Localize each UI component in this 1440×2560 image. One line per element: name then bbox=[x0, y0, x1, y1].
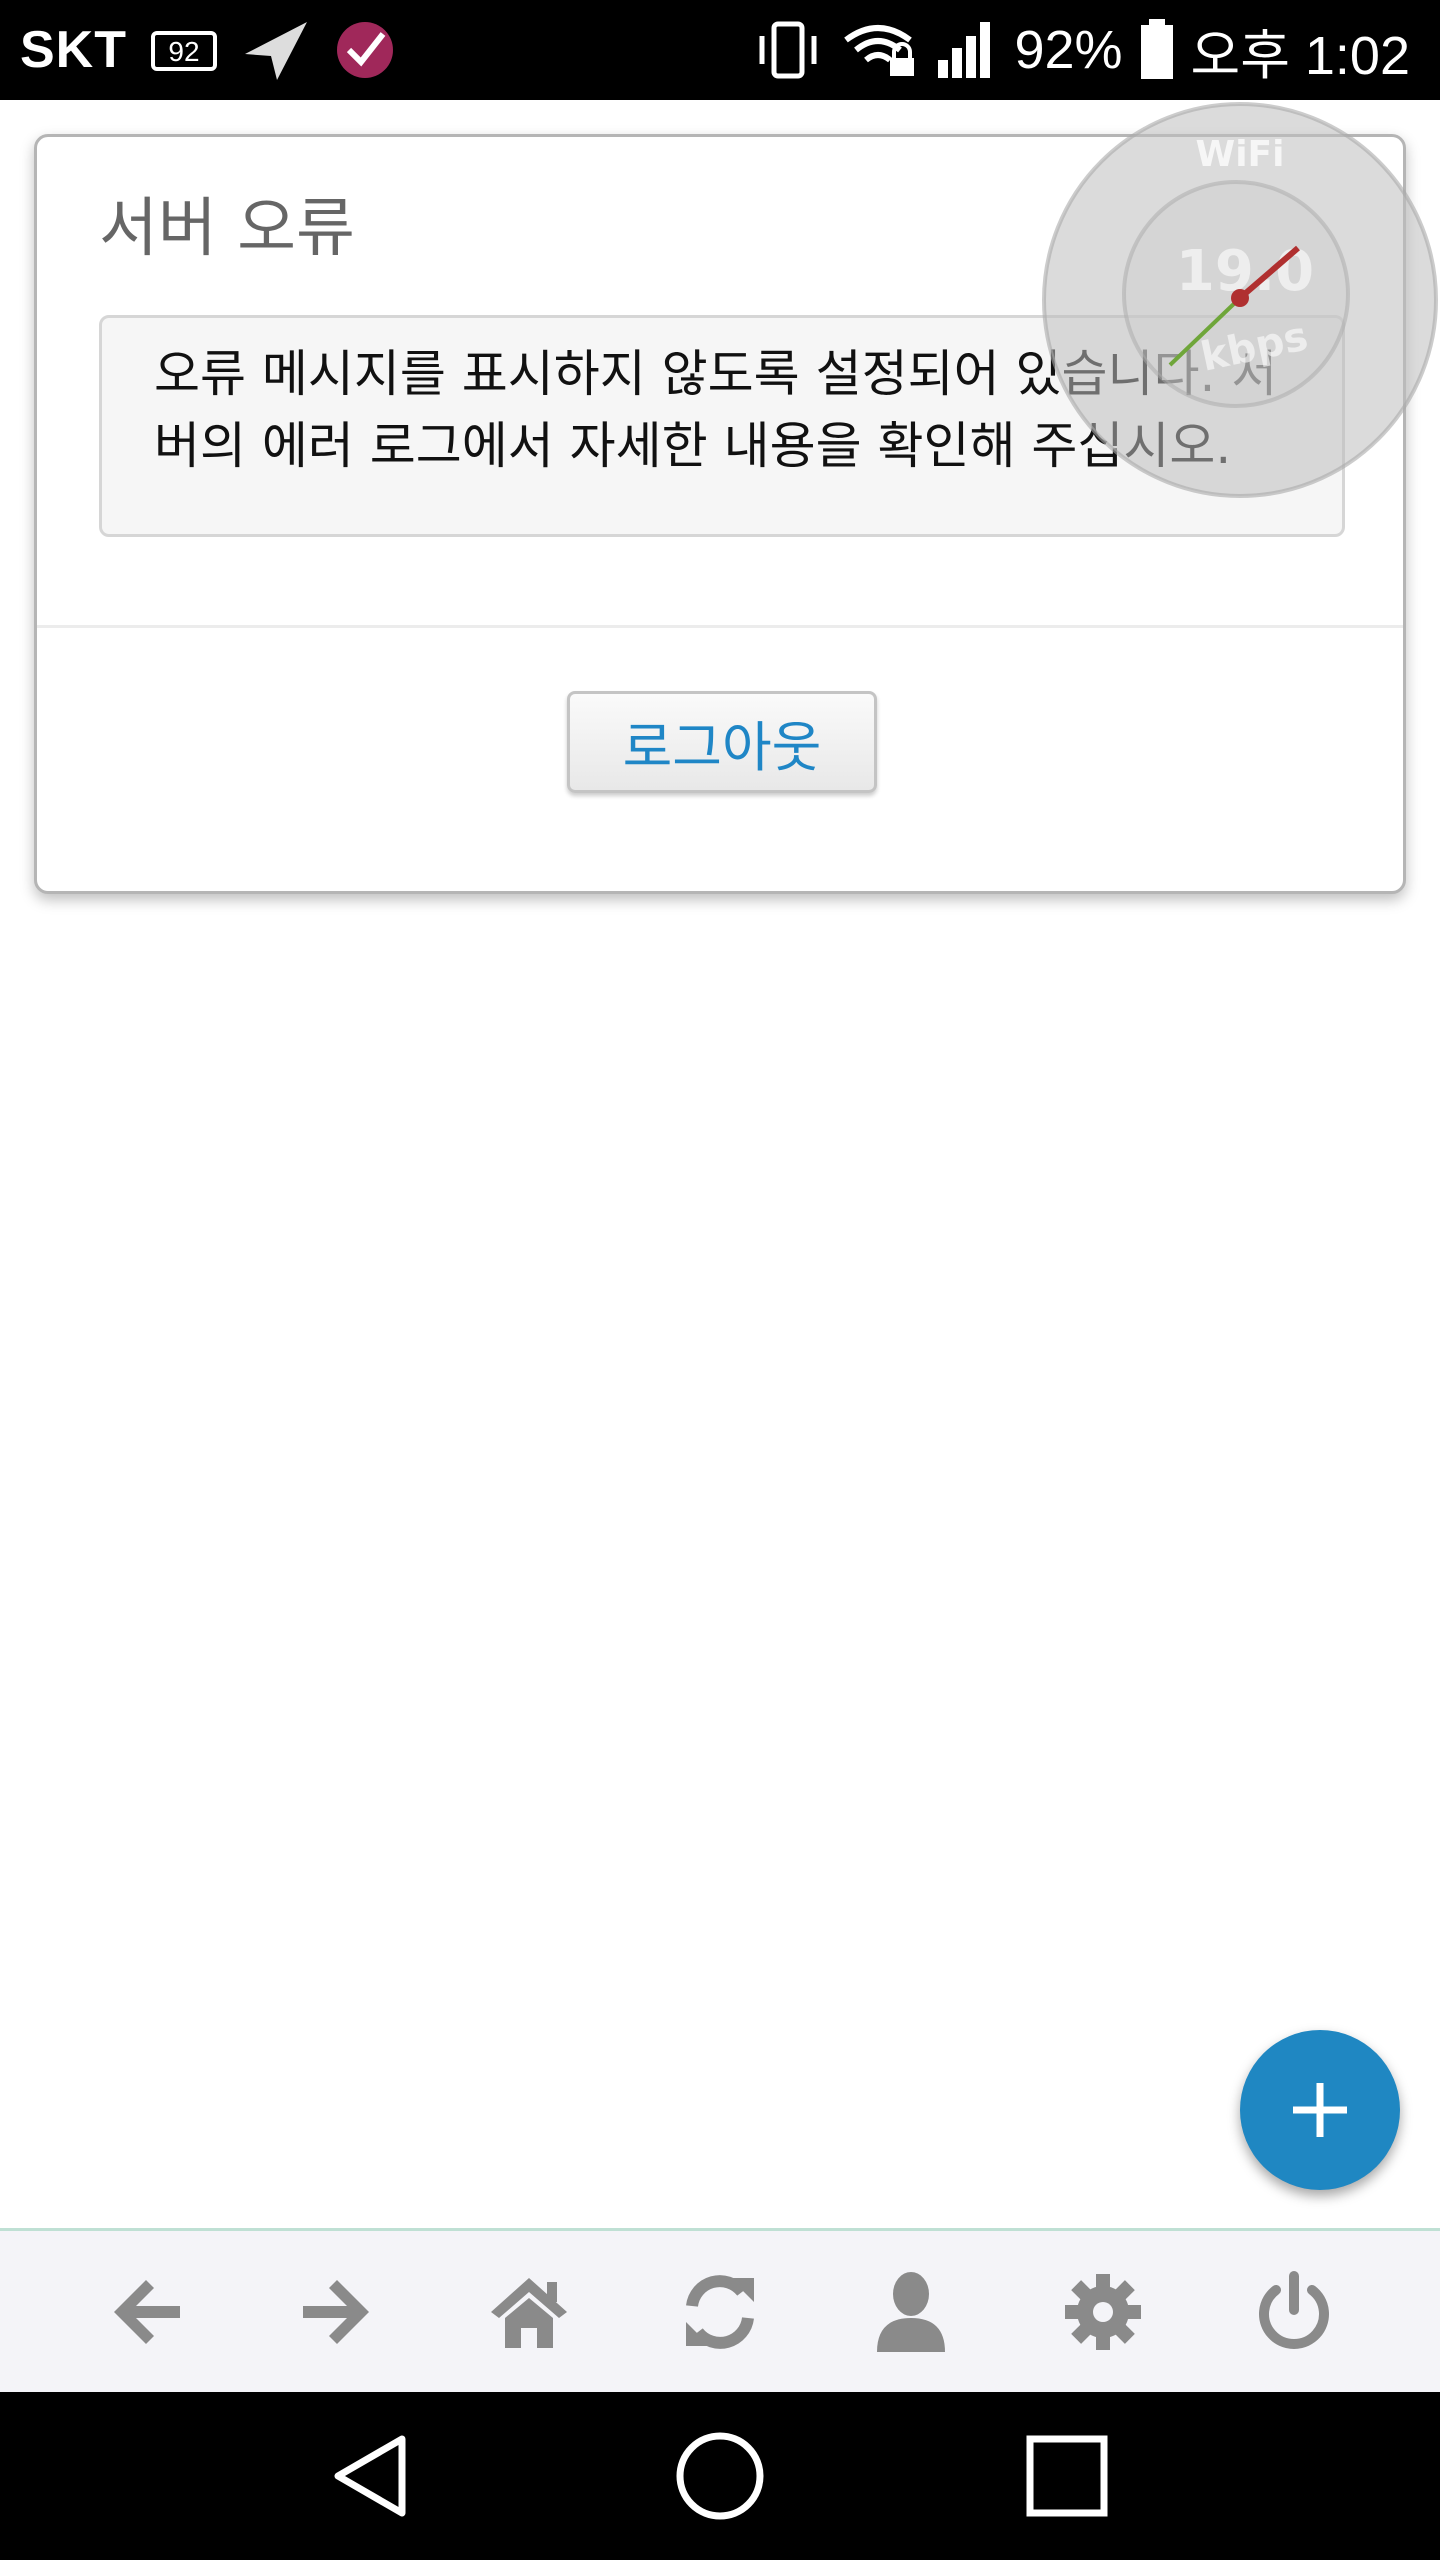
send-icon bbox=[241, 18, 311, 82]
vibrate-icon bbox=[750, 20, 826, 80]
logout-button[interactable]: 로그아웃 bbox=[567, 691, 877, 793]
toolbar-user-button[interactable] bbox=[851, 2252, 971, 2372]
app-check-icon bbox=[333, 18, 397, 82]
battery-icon bbox=[1139, 19, 1175, 81]
notification-badge-icon: 92 bbox=[149, 25, 219, 75]
network-speed-widget[interactable]: WiFi 19.0 kbps bbox=[1040, 100, 1440, 500]
nav-recents-button[interactable] bbox=[997, 2406, 1137, 2546]
nav-home-button[interactable] bbox=[650, 2406, 790, 2546]
speed-needle-hub bbox=[1231, 289, 1249, 307]
toolbar-power-button[interactable] bbox=[1234, 2252, 1354, 2372]
back-triangle-icon bbox=[334, 2435, 406, 2517]
toolbar-refresh-button[interactable] bbox=[660, 2252, 780, 2372]
back-arrow-icon bbox=[113, 2279, 180, 2344]
user-icon bbox=[877, 2271, 946, 2352]
speed-label: WiFi bbox=[1196, 134, 1285, 175]
toolbar-forward-button[interactable] bbox=[277, 2252, 397, 2372]
system-nav-bar bbox=[0, 2392, 1440, 2560]
home-icon bbox=[490, 2277, 567, 2348]
toolbar-settings-button[interactable] bbox=[1043, 2252, 1163, 2372]
refresh-icon bbox=[685, 2274, 754, 2349]
toolbar-back-button[interactable] bbox=[86, 2252, 206, 2372]
status-bar-left: SKT 92 bbox=[20, 0, 397, 100]
forward-arrow-icon bbox=[303, 2279, 370, 2344]
power-icon bbox=[1259, 2270, 1330, 2349]
bottom-toolbar bbox=[0, 2228, 1440, 2392]
badge-number: 92 bbox=[168, 36, 199, 67]
plus-icon bbox=[1293, 2083, 1347, 2137]
dialog-title: 서버 오류 bbox=[99, 192, 355, 266]
carrier-name: SKT bbox=[20, 21, 127, 79]
settings-icon bbox=[1064, 2273, 1141, 2350]
add-fab-button[interactable] bbox=[1240, 2030, 1400, 2190]
nav-back-button[interactable] bbox=[303, 2406, 443, 2546]
toolbar-home-button[interactable] bbox=[469, 2252, 589, 2372]
recents-square-icon bbox=[1026, 2435, 1108, 2517]
battery-percent: 92% bbox=[1014, 20, 1123, 80]
dialog-divider bbox=[37, 625, 1403, 628]
logout-label: 로그아웃 bbox=[622, 715, 822, 779]
signal-icon bbox=[934, 20, 998, 80]
clock: 오후 1:02 bbox=[1190, 25, 1410, 86]
home-circle-icon bbox=[676, 2432, 764, 2520]
status-bar-right: 92% 오후 1:02 bbox=[750, 0, 1410, 100]
wifi-lock-icon bbox=[842, 20, 918, 80]
status-bar: SKT 92 92% 오후 1:02 bbox=[0, 0, 1440, 100]
